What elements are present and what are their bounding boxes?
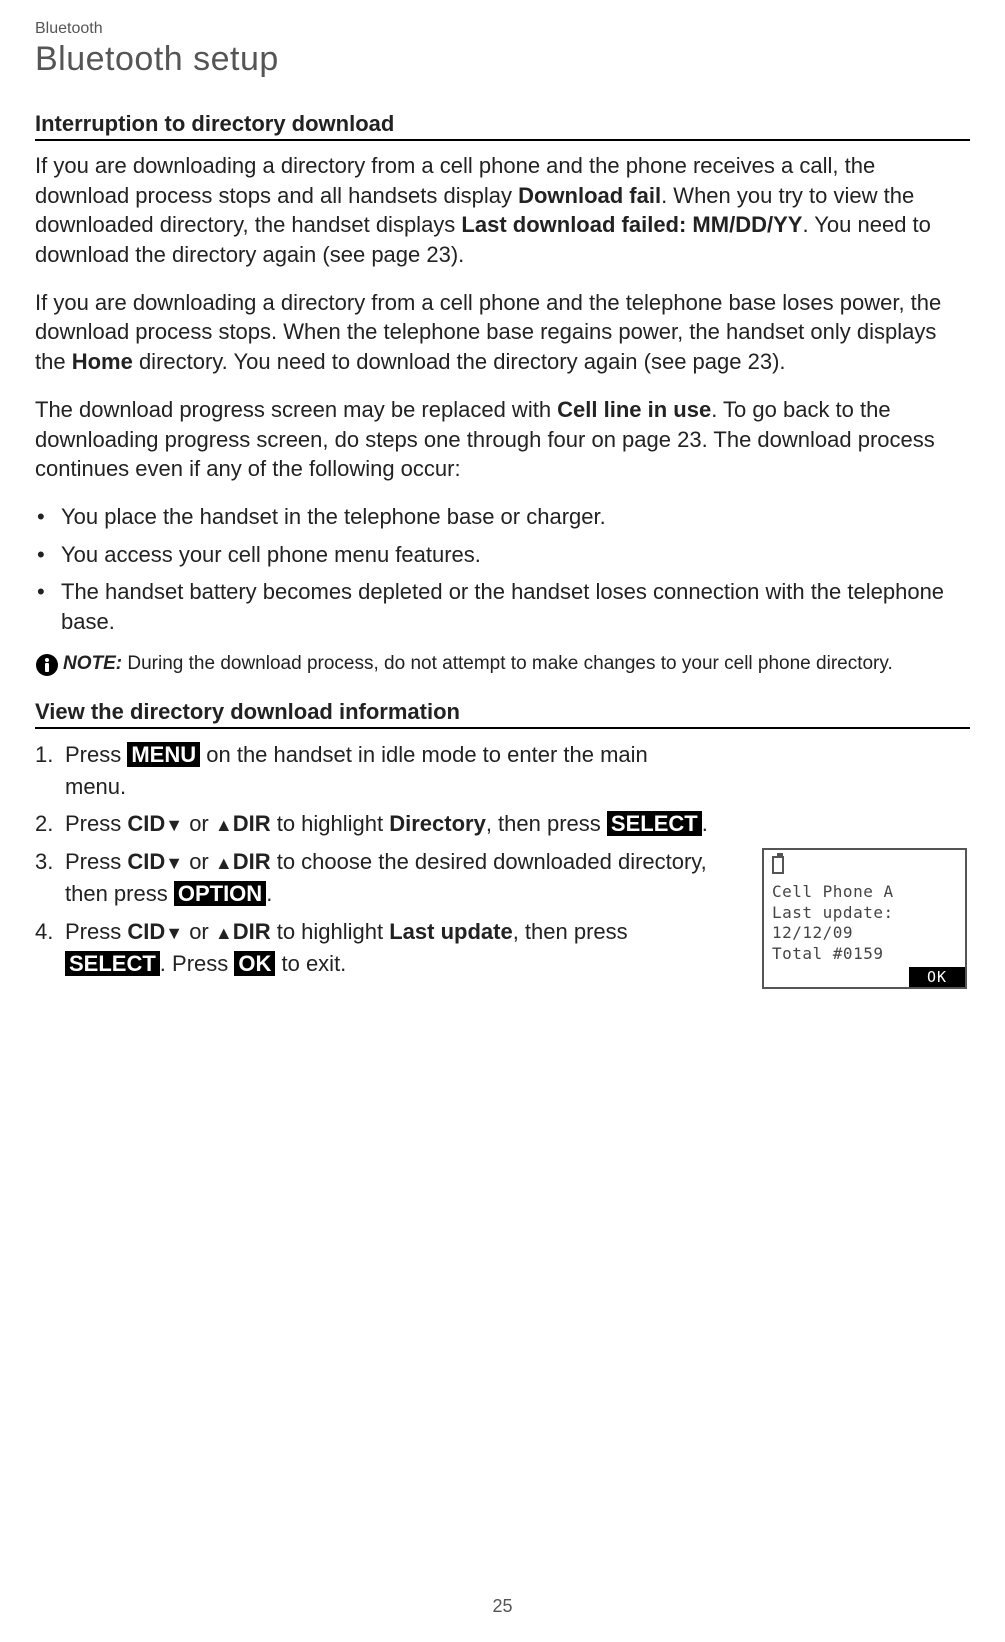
ok-softkey: OK bbox=[909, 967, 965, 987]
paragraph-cell-line: The download progress screen may be repl… bbox=[35, 395, 970, 484]
note-label: NOTE: bbox=[63, 653, 122, 674]
select-key: SELECT bbox=[65, 951, 160, 976]
step-1: Press MENU on the handset in idle mode t… bbox=[35, 739, 715, 803]
bold-last-download-failed: Last download failed: MM/DD/YY bbox=[461, 212, 802, 237]
down-triangle-icon: ▼ bbox=[165, 816, 183, 836]
text: . bbox=[266, 881, 272, 906]
paragraph-download-fail: If you are downloading a directory from … bbox=[35, 151, 970, 270]
step-2: Press CID▼ or ▲DIR to highlight Director… bbox=[35, 808, 715, 840]
text: to highlight bbox=[271, 811, 390, 836]
screen-body: Cell Phone A Last update: 12/12/09 Total… bbox=[764, 850, 965, 967]
page-title: Bluetooth setup bbox=[35, 40, 970, 79]
text: , then press bbox=[486, 811, 607, 836]
text: to highlight bbox=[271, 919, 390, 944]
screen-line: Last update: bbox=[772, 903, 957, 924]
softkey-row: OK bbox=[764, 967, 965, 987]
dir-label: DIR bbox=[233, 811, 271, 836]
step-3: Press CID▼ or ▲DIR to choose the desired… bbox=[35, 846, 715, 910]
text: to exit. bbox=[275, 951, 346, 976]
screen-line: Total #0159 bbox=[772, 944, 957, 965]
screen-line: Cell Phone A bbox=[772, 882, 957, 903]
menu-key: MENU bbox=[127, 742, 200, 767]
text: Press bbox=[65, 811, 127, 836]
down-triangle-icon: ▼ bbox=[165, 923, 183, 943]
dir-label: DIR bbox=[233, 849, 271, 874]
directory-label: Directory bbox=[389, 811, 486, 836]
text: During the download process, do not atte… bbox=[122, 653, 893, 674]
up-triangle-icon: ▲ bbox=[215, 923, 233, 943]
bullet-item: You place the handset in the telephone b… bbox=[35, 502, 970, 532]
battery-icon bbox=[772, 856, 784, 874]
screen-line: 12/12/09 bbox=[772, 923, 957, 944]
bullet-item: You access your cell phone menu features… bbox=[35, 540, 970, 570]
bold-home: Home bbox=[72, 349, 133, 374]
cid-label: CID bbox=[127, 919, 165, 944]
text: , then press bbox=[513, 919, 628, 944]
note-block: NOTE: During the download process, do no… bbox=[35, 651, 970, 677]
text: Press bbox=[65, 849, 127, 874]
page-number: 25 bbox=[0, 1596, 1005, 1617]
text: or bbox=[183, 919, 215, 944]
info-icon bbox=[35, 653, 59, 677]
section-heading-interruption: Interruption to directory download bbox=[35, 111, 970, 141]
paragraph-power-loss: If you are downloading a directory from … bbox=[35, 288, 970, 377]
cid-label: CID bbox=[127, 811, 165, 836]
option-key: OPTION bbox=[174, 881, 266, 906]
note-text: NOTE: During the download process, do no… bbox=[63, 651, 893, 677]
text: . Press bbox=[160, 951, 235, 976]
last-update-label: Last update bbox=[389, 919, 512, 944]
text: Press bbox=[65, 742, 127, 767]
bold-download-fail: Download fail bbox=[518, 183, 661, 208]
bullet-list: You place the handset in the telephone b… bbox=[35, 502, 970, 637]
up-triangle-icon: ▲ bbox=[215, 816, 233, 836]
ok-key: OK bbox=[234, 951, 275, 976]
text: . bbox=[702, 811, 708, 836]
cid-label: CID bbox=[127, 849, 165, 874]
handset-screen-display: Cell Phone A Last update: 12/12/09 Total… bbox=[762, 848, 967, 989]
text: The download progress screen may be repl… bbox=[35, 397, 557, 422]
bold-cell-line-in-use: Cell line in use bbox=[557, 397, 711, 422]
steps-list: Press MENU on the handset in idle mode t… bbox=[35, 739, 715, 980]
up-triangle-icon: ▲ bbox=[215, 853, 233, 873]
text: or bbox=[183, 849, 215, 874]
text: Press bbox=[65, 919, 127, 944]
step-4: Press CID▼ or ▲DIR to highlight Last upd… bbox=[35, 916, 715, 980]
down-triangle-icon: ▼ bbox=[165, 853, 183, 873]
text: or bbox=[183, 811, 215, 836]
dir-label: DIR bbox=[233, 919, 271, 944]
breadcrumb: Bluetooth bbox=[35, 20, 970, 38]
select-key: SELECT bbox=[607, 811, 702, 836]
text: directory. You need to download the dire… bbox=[133, 349, 786, 374]
bullet-item: The handset battery becomes depleted or … bbox=[35, 577, 970, 636]
section-heading-view-info: View the directory download information bbox=[35, 699, 970, 729]
